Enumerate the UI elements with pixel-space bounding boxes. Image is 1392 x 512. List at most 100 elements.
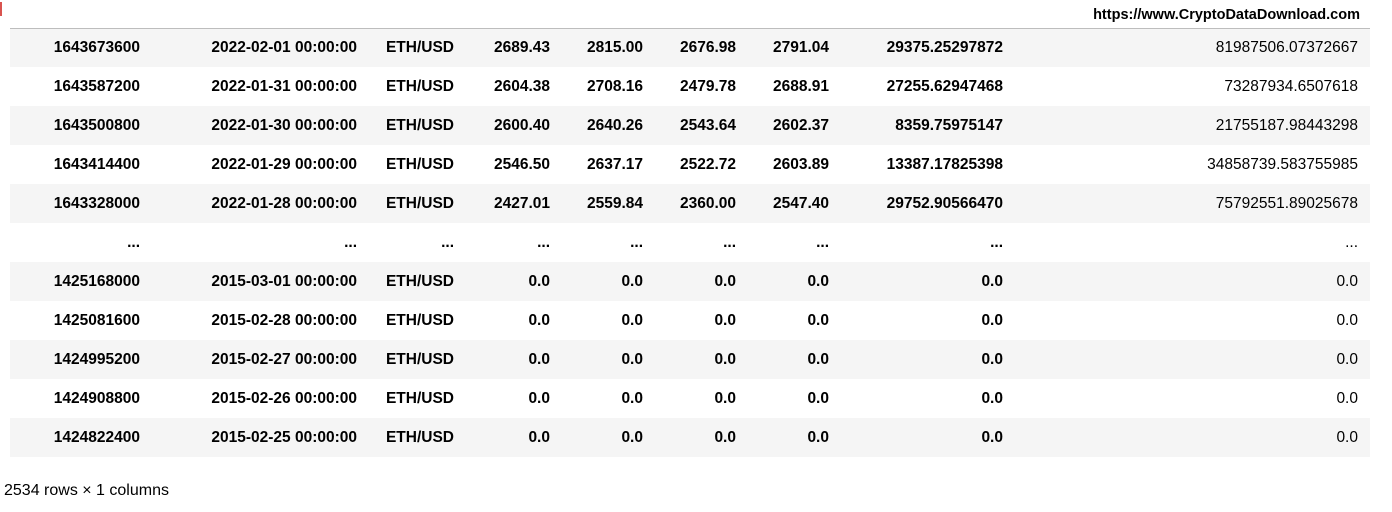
- open-cell: 0.0: [528, 428, 550, 446]
- table-row: 1424908800 2015-02-26 00:00:00 ETH/USD 0.0 0…: [10, 379, 1370, 418]
- unix-cell: 1643500800: [53, 116, 140, 134]
- symbol-cell: ETH/USD: [385, 272, 454, 290]
- table-row: 1643414400 2022-01-29 00:00:00 ETH/USD 2546…: [10, 145, 1370, 184]
- header-cell: [148, 0, 365, 29]
- close-cell: 2602.37: [772, 116, 829, 134]
- volume-eth-cell: 0.0: [981, 350, 1003, 368]
- high-cell: 2708.16: [586, 77, 643, 95]
- high-cell: 0.0: [621, 389, 643, 407]
- low-cell: 2543.64: [679, 116, 736, 134]
- date-cell: 2015-02-27 00:00:00: [211, 350, 357, 368]
- open-cell: 0.0: [528, 272, 550, 290]
- high-cell: 2559.84: [586, 194, 643, 212]
- table-row: 1643673600 2022-02-01 00:00:00 ETH/USD 2689…: [10, 28, 1370, 67]
- date-cell: 2015-02-25 00:00:00: [211, 428, 357, 446]
- open-cell: 0.0: [528, 350, 550, 368]
- header-cell: [365, 0, 462, 29]
- date-cell: 2015-02-28 00:00:00: [211, 311, 357, 329]
- unix-cell: 1643673600: [53, 38, 140, 56]
- high-cell: 2640.26: [586, 116, 643, 134]
- table-row: ...........................: [10, 223, 1370, 262]
- open-cell: 2427.01: [493, 194, 550, 212]
- header-cell: [744, 0, 837, 29]
- dataframe-output: https://www.CryptoDataDownload.com 16436…: [10, 0, 1370, 457]
- open-cell: 2546.50: [493, 155, 550, 173]
- close-cell: 0.0: [807, 272, 829, 290]
- table-row: 1424822400 2015-02-25 00:00:00 ETH/USD 0.0 0…: [10, 418, 1370, 457]
- low-cell: 2522.72: [679, 155, 736, 173]
- volume-usd-cell: 34858739.583755985: [1207, 155, 1358, 173]
- volume-usd-cell: 73287934.6507618: [1224, 77, 1358, 95]
- open-cell: 0.0: [528, 389, 550, 407]
- date-cell: 2015-03-01 00:00:00: [211, 272, 357, 290]
- open-cell: 2689.43: [493, 38, 550, 56]
- unix-cell: 1424822400: [53, 428, 140, 446]
- volume-eth-cell: 29752.90566470: [886, 194, 1003, 212]
- close-cell: 2791.04: [772, 38, 829, 56]
- close-cell: 0.0: [807, 311, 829, 329]
- open-cell: 2604.38: [493, 77, 550, 95]
- close-cell: 2547.40: [772, 194, 829, 212]
- high-cell: 0.0: [621, 311, 643, 329]
- close-cell: 0.0: [807, 350, 829, 368]
- symbol-cell: ETH/USD: [385, 38, 454, 56]
- date-cell: 2022-01-31 00:00:00: [211, 77, 357, 95]
- open-cell: 0.0: [528, 311, 550, 329]
- volume-usd-cell: 0.0: [1336, 272, 1358, 290]
- table-row: 1643328000 2022-01-28 00:00:00 ETH/USD 2427…: [10, 184, 1370, 223]
- high-cell: 2637.17: [586, 155, 643, 173]
- date-cell: 2015-02-26 00:00:00: [211, 389, 357, 407]
- low-cell: 0.0: [714, 350, 736, 368]
- dataframe-table: https://www.CryptoDataDownload.com 16436…: [10, 0, 1370, 457]
- unix-cell: 1643587200: [53, 77, 140, 95]
- high-cell: ...: [630, 233, 643, 251]
- close-cell: 2603.89: [772, 155, 829, 173]
- volume-usd-cell: 0.0: [1336, 350, 1358, 368]
- date-cell: ...: [344, 233, 357, 251]
- cell-edge-marker: [0, 2, 4, 16]
- symbol-cell: ETH/USD: [385, 389, 454, 407]
- date-cell: 2022-01-30 00:00:00: [211, 116, 357, 134]
- volume-usd-cell: 0.0: [1336, 389, 1358, 407]
- high-cell: 0.0: [621, 428, 643, 446]
- unix-cell: 1425081600: [53, 311, 140, 329]
- volume-usd-cell: ...: [1345, 233, 1358, 251]
- unix-cell: 1643414400: [53, 155, 140, 173]
- table-row: 1425168000 2015-03-01 00:00:00 ETH/USD 0.0 0…: [10, 262, 1370, 301]
- close-cell: 2688.91: [772, 77, 829, 95]
- high-cell: 0.0: [621, 350, 643, 368]
- low-cell: ...: [723, 233, 736, 251]
- table-header-row: https://www.CryptoDataDownload.com: [10, 0, 1370, 29]
- symbol-cell: ETH/USD: [385, 194, 454, 212]
- close-cell: 0.0: [807, 428, 829, 446]
- volume-eth-cell: 0.0: [981, 428, 1003, 446]
- volume-eth-cell: 27255.62947468: [886, 77, 1003, 95]
- low-cell: 0.0: [714, 428, 736, 446]
- volume-eth-cell: 0.0: [981, 311, 1003, 329]
- column-header-source-url: https://www.CryptoDataDownload.com: [1011, 0, 1370, 29]
- header-cell: [837, 0, 1011, 29]
- header-cell: [462, 0, 558, 29]
- low-cell: 2676.98: [679, 38, 736, 56]
- volume-usd-cell: 0.0: [1336, 311, 1358, 329]
- header-cell: [651, 0, 744, 29]
- date-cell: 2022-01-28 00:00:00: [211, 194, 357, 212]
- high-cell: 0.0: [621, 272, 643, 290]
- close-cell: ...: [816, 233, 829, 251]
- date-cell: 2022-02-01 00:00:00: [211, 38, 357, 56]
- open-cell: 2600.40: [493, 116, 550, 134]
- table-row: 1643587200 2022-01-31 00:00:00 ETH/USD 2604…: [10, 67, 1370, 106]
- table-row: 1643500800 2022-01-30 00:00:00 ETH/USD 2600…: [10, 106, 1370, 145]
- symbol-cell: ETH/USD: [385, 116, 454, 134]
- low-cell: 0.0: [714, 311, 736, 329]
- symbol-cell: ETH/USD: [385, 428, 454, 446]
- low-cell: 2479.78: [679, 77, 736, 95]
- unix-cell: 1424908800: [53, 389, 140, 407]
- volume-usd-cell: 75792551.89025678: [1215, 194, 1358, 212]
- unix-cell: 1424995200: [53, 350, 140, 368]
- unix-cell: 1425168000: [53, 272, 140, 290]
- header-cell: [10, 0, 148, 29]
- symbol-cell: ETH/USD: [385, 77, 454, 95]
- volume-eth-cell: 29375.25297872: [886, 38, 1003, 56]
- high-cell: 2815.00: [586, 38, 643, 56]
